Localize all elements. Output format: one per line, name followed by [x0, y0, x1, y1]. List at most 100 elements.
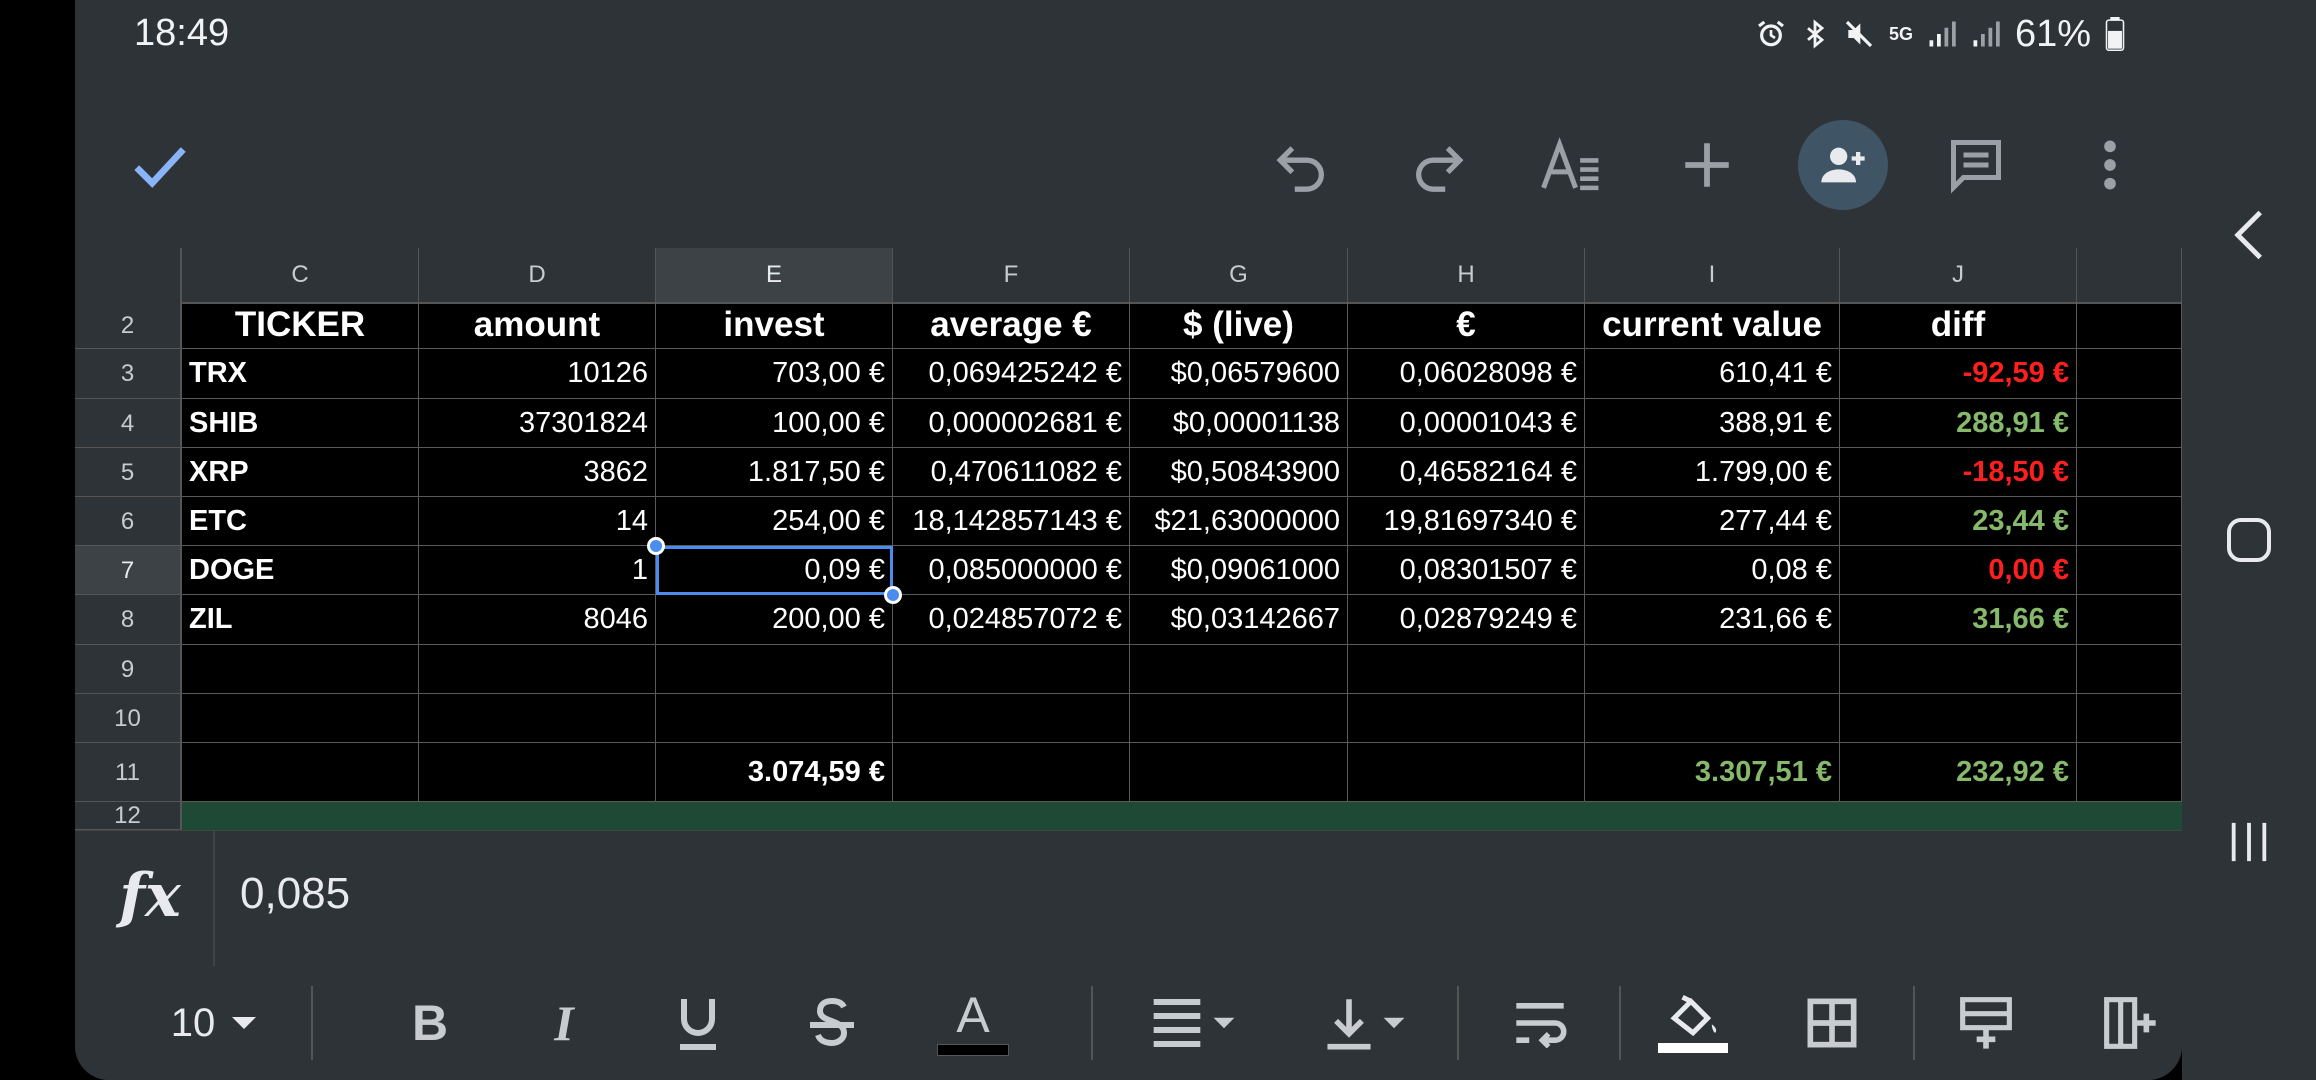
cell-j6[interactable]: 23,44 €: [1840, 497, 2077, 546]
row-header-11[interactable]: 11: [75, 743, 182, 802]
cell-c11[interactable]: [182, 743, 419, 802]
cell-d8[interactable]: 8046: [419, 595, 656, 645]
italic-icon[interactable]: I: [531, 990, 597, 1056]
cell-d6[interactable]: 14: [419, 497, 656, 546]
cell-next-9[interactable]: [2077, 645, 2182, 694]
row-header-5[interactable]: 5: [75, 448, 182, 497]
cell-c10[interactable]: [182, 694, 419, 743]
cell-g8[interactable]: $0,03142667: [1130, 595, 1348, 645]
bold-icon[interactable]: B: [397, 990, 463, 1056]
cell-c5[interactable]: XRP: [182, 448, 419, 497]
cell-e3[interactable]: 703,00 €: [656, 349, 893, 399]
cell-g4[interactable]: $0,00001138: [1130, 399, 1348, 448]
column-header-d[interactable]: D: [419, 248, 656, 302]
row-header-12[interactable]: 12: [75, 802, 182, 830]
row-header-3[interactable]: 3: [75, 349, 182, 399]
cell-h2[interactable]: €: [1348, 302, 1585, 349]
cell-d7[interactable]: 1: [419, 546, 656, 595]
redo-icon[interactable]: [1393, 120, 1483, 210]
cell-h3[interactable]: 0,06028098 €: [1348, 349, 1585, 399]
fill-color-icon[interactable]: [1653, 990, 1733, 1056]
cell-g3[interactable]: $0,06579600: [1130, 349, 1348, 399]
cell-h6[interactable]: 19,81697340 €: [1348, 497, 1585, 546]
cell-next-4[interactable]: [2077, 399, 2182, 448]
cell-h8[interactable]: 0,02879249 €: [1348, 595, 1585, 645]
cell-next-10[interactable]: [2077, 694, 2182, 743]
cell-j8[interactable]: 31,66 €: [1840, 595, 2077, 645]
cell-g11[interactable]: [1130, 743, 1348, 802]
cell-c7[interactable]: DOGE: [182, 546, 419, 595]
cell-e5[interactable]: 1.817,50 €: [656, 448, 893, 497]
insert-row-icon[interactable]: [1953, 990, 2019, 1056]
strikethrough-icon[interactable]: [799, 990, 865, 1056]
column-header-h[interactable]: H: [1348, 248, 1585, 302]
cell-j10[interactable]: [1840, 694, 2077, 743]
cell-j4[interactable]: 288,91 €: [1840, 399, 2077, 448]
cell-e6[interactable]: 254,00 €: [656, 497, 893, 546]
cell-h11[interactable]: [1348, 743, 1585, 802]
cell-next-6[interactable]: [2077, 497, 2182, 546]
cell-j2[interactable]: diff: [1840, 302, 2077, 349]
cell-i4[interactable]: 388,91 €: [1585, 399, 1840, 448]
cell-d2[interactable]: amount: [419, 302, 656, 349]
row-header-10[interactable]: 10: [75, 694, 182, 743]
cell-e4[interactable]: 100,00 €: [656, 399, 893, 448]
cell-c6[interactable]: ETC: [182, 497, 419, 546]
column-header-g[interactable]: G: [1130, 248, 1348, 302]
row-header-7[interactable]: 7: [75, 546, 182, 595]
row-header-4[interactable]: 4: [75, 399, 182, 448]
cell-h10[interactable]: [1348, 694, 1585, 743]
cell-g2[interactable]: $ (live): [1130, 302, 1348, 349]
cell-i10[interactable]: [1585, 694, 1840, 743]
cell-g5[interactable]: $0,50843900: [1130, 448, 1348, 497]
add-icon[interactable]: [1662, 120, 1752, 210]
cell-i2[interactable]: current value: [1585, 302, 1840, 349]
cell-j7[interactable]: 0,00 €: [1840, 546, 2077, 595]
cell-f6[interactable]: 18,142857143 €: [893, 497, 1130, 546]
cell-j5[interactable]: -18,50 €: [1840, 448, 2077, 497]
cell-h5[interactable]: 0,46582164 €: [1348, 448, 1585, 497]
cell-d9[interactable]: [419, 645, 656, 694]
underline-icon[interactable]: [665, 990, 731, 1056]
column-header-c[interactable]: C: [182, 248, 419, 302]
cell-j11[interactable]: 232,92 €: [1840, 743, 2077, 802]
cell-e8[interactable]: 200,00 €: [656, 595, 893, 645]
cell-c3[interactable]: TRX: [182, 349, 419, 399]
text-wrap-icon[interactable]: [1505, 990, 1575, 1056]
selection-handle-top-left[interactable]: [647, 537, 665, 555]
cell-next-7[interactable]: [2077, 546, 2182, 595]
cell-d3[interactable]: 10126: [419, 349, 656, 399]
cell-next-5[interactable]: [2077, 448, 2182, 497]
cell-e11[interactable]: 3.074,59 €: [656, 743, 893, 802]
grid-corner[interactable]: [75, 248, 182, 302]
cell-next-11[interactable]: [2077, 743, 2182, 802]
cell-g6[interactable]: $21,63000000: [1130, 497, 1348, 546]
cell-i8[interactable]: 231,66 €: [1585, 595, 1840, 645]
cell-j3[interactable]: -92,59 €: [1840, 349, 2077, 399]
cell-d11[interactable]: [419, 743, 656, 802]
cell-f3[interactable]: 0,069425242 €: [893, 349, 1130, 399]
cell-next-8[interactable]: [2077, 595, 2182, 645]
home-nav-icon[interactable]: [2182, 510, 2316, 570]
cell-c2[interactable]: TICKER: [182, 302, 419, 349]
cell-f9[interactable]: [893, 645, 1130, 694]
cell-c8[interactable]: ZIL: [182, 595, 419, 645]
cell-d4[interactable]: 37301824: [419, 399, 656, 448]
column-header-i[interactable]: I: [1585, 248, 1840, 302]
cell-g10[interactable]: [1130, 694, 1348, 743]
share-person-icon[interactable]: [1798, 120, 1888, 210]
cell-d5[interactable]: 3862: [419, 448, 656, 497]
column-header-next[interactable]: [2077, 248, 2182, 302]
cell-i3[interactable]: 610,41 €: [1585, 349, 1840, 399]
row-header-2[interactable]: 2: [75, 302, 182, 349]
cell-i7[interactable]: 0,08 €: [1585, 546, 1840, 595]
cell-c4[interactable]: SHIB: [182, 399, 419, 448]
cell-h4[interactable]: 0,00001043 €: [1348, 399, 1585, 448]
text-color-icon[interactable]: A: [933, 990, 1013, 1056]
row-header-8[interactable]: 8: [75, 595, 182, 645]
check-icon[interactable]: [115, 120, 205, 210]
recents-nav-icon[interactable]: [2182, 812, 2316, 872]
cell-next-3[interactable]: [2077, 349, 2182, 399]
cell-f4[interactable]: 0,000002681 €: [893, 399, 1130, 448]
cell-g7[interactable]: $0,09061000: [1130, 546, 1348, 595]
